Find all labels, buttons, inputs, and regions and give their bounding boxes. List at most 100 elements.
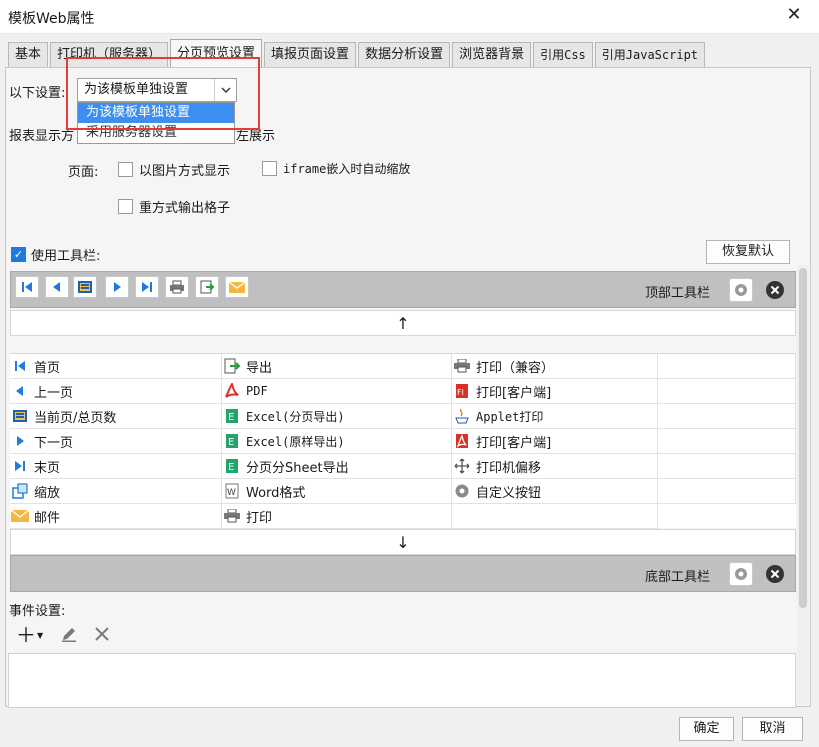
- svg-text:E: E: [228, 412, 234, 423]
- settings-select[interactable]: 为该模板单独设置: [77, 78, 237, 102]
- use-toolbar-option[interactable]: ✓ 使用工具栏:: [11, 245, 100, 264]
- item-first-page[interactable]: 首页: [10, 354, 222, 379]
- title-bar: 模板Web属性 ✕: [0, 0, 819, 34]
- empty-cell: [452, 504, 658, 529]
- scrollbar-thumb[interactable]: [799, 268, 807, 608]
- tab-data-analysis[interactable]: 数据分析设置: [358, 42, 451, 68]
- first-page-icon[interactable]: [15, 276, 39, 298]
- item-mail[interactable]: 邮件: [10, 504, 222, 529]
- tab-browser-background[interactable]: 浏览器背景: [452, 42, 532, 68]
- tab-page-preview[interactable]: 分页预览设置: [170, 39, 263, 68]
- up-arrow-icon[interactable]: ↑: [396, 314, 409, 333]
- top-toolbar-remove-close-icon[interactable]: [763, 278, 787, 302]
- item-word[interactable]: W Word格式: [222, 479, 452, 504]
- item-applet-print[interactable]: Applet打印: [452, 404, 658, 429]
- events-list[interactable]: [8, 653, 796, 708]
- plus-icon[interactable]: ＋: [16, 625, 36, 645]
- export-icon[interactable]: [195, 276, 219, 298]
- last-page-icon[interactable]: [135, 276, 159, 298]
- image-mode-checkbox[interactable]: [118, 162, 133, 177]
- item-label: 打印: [246, 510, 273, 526]
- pdf-print-icon: [452, 433, 472, 449]
- item-zoom[interactable]: 缩放: [10, 479, 222, 504]
- item-page-count[interactable]: 当前页/总页数: [10, 404, 222, 429]
- item-excel-paged[interactable]: E Excel(分页导出): [222, 404, 452, 429]
- dropdown-option-template[interactable]: 为该模板单独设置: [78, 103, 234, 123]
- dropdown-option-server[interactable]: 采用服务器设置: [78, 123, 234, 143]
- empty-cell: [658, 479, 796, 504]
- use-toolbar-checkbox[interactable]: ✓: [11, 247, 26, 262]
- mail-icon[interactable]: [225, 276, 249, 298]
- settings-dropdown: 为该模板单独设置 采用服务器设置: [77, 102, 235, 144]
- item-flash-print[interactable]: Fl 打印[客户端]: [452, 379, 658, 404]
- item-print[interactable]: 打印: [222, 504, 452, 529]
- item-last-page[interactable]: 末页: [10, 454, 222, 479]
- item-printer-offset[interactable]: 打印机偏移: [452, 454, 658, 479]
- item-pdf[interactable]: PDF: [222, 379, 452, 404]
- move-down-zone[interactable]: ↓: [10, 529, 796, 555]
- tab-basic[interactable]: 基本: [8, 42, 49, 68]
- tab-printer-server[interactable]: 打印机（服务器）: [50, 42, 169, 68]
- report-display-label: 报表显示方: [9, 129, 75, 144]
- chevron-down-icon[interactable]: ▼: [37, 631, 43, 640]
- svg-text:Fl: Fl: [457, 388, 464, 397]
- repeat-cells-checkbox[interactable]: [118, 199, 133, 214]
- next-page-icon[interactable]: [105, 276, 129, 298]
- item-label: 末页: [34, 460, 61, 476]
- edit-event-pencil-icon[interactable]: [60, 625, 78, 647]
- iframe-zoom-option[interactable]: iframe嵌入时自动缩放: [262, 160, 410, 177]
- down-arrow-icon[interactable]: ↓: [396, 533, 409, 552]
- page-count-icon[interactable]: [73, 276, 97, 298]
- item-export[interactable]: 导出: [222, 354, 452, 379]
- image-mode-option[interactable]: 以图片方式显示: [118, 160, 230, 179]
- iframe-zoom-label: iframe嵌入时自动缩放: [283, 162, 411, 176]
- settings-label: 以下设置:: [9, 86, 66, 101]
- iframe-zoom-checkbox[interactable]: [262, 161, 277, 176]
- item-prev-page[interactable]: 上一页: [10, 379, 222, 404]
- tab-javascript[interactable]: 引用JavaScript: [594, 42, 706, 68]
- top-toolbar-label: 顶部工具栏: [645, 286, 711, 301]
- item-excel-original[interactable]: E Excel(原样导出): [222, 429, 452, 454]
- ok-button[interactable]: 确定: [679, 717, 734, 741]
- item-label: 打印[客户端]: [476, 435, 552, 451]
- bottom-toolbar-remove-close-icon[interactable]: [763, 562, 787, 586]
- word-icon: W: [222, 483, 242, 499]
- tab-css[interactable]: 引用Css: [533, 42, 593, 68]
- last-page-icon: [10, 460, 30, 472]
- item-label: 打印机偏移: [476, 460, 542, 476]
- gear-icon: [452, 483, 472, 499]
- move-up-zone[interactable]: ↑: [10, 310, 796, 336]
- excel-icon: E: [222, 458, 242, 474]
- cancel-button[interactable]: 取消: [742, 717, 803, 741]
- window-title: 模板Web属性: [8, 11, 95, 27]
- item-label: 首页: [34, 360, 61, 376]
- bottom-toolbar-settings-gear-icon[interactable]: [729, 562, 753, 586]
- item-pdf-print[interactable]: 打印[客户端]: [452, 429, 658, 454]
- prev-page-icon[interactable]: [45, 276, 69, 298]
- delete-event-close-icon[interactable]: [93, 625, 111, 647]
- item-label: 自定义按钮: [476, 485, 542, 501]
- item-print-compatible[interactable]: 打印（兼容）: [452, 354, 658, 379]
- item-label: Applet打印: [476, 409, 544, 424]
- add-event-button[interactable]: ＋ ▼: [16, 625, 43, 645]
- events-label: 事件设置:: [9, 604, 66, 619]
- close-icon[interactable]: ✕: [783, 4, 805, 26]
- item-custom-button[interactable]: 自定义按钮: [452, 479, 658, 504]
- restore-default-button[interactable]: 恢复默认: [706, 240, 790, 264]
- item-label: 当前页/总页数: [34, 410, 117, 426]
- chevron-down-icon[interactable]: [214, 79, 236, 101]
- bottom-toolbar-label: 底部工具栏: [645, 570, 711, 585]
- tab-fill-page[interactable]: 填报页面设置: [264, 42, 357, 68]
- next-page-icon: [10, 435, 30, 447]
- settings-select-value: 为该模板单独设置: [84, 82, 189, 97]
- empty-cell: [658, 354, 796, 379]
- item-excel-sheet[interactable]: E 分页分Sheet导出: [222, 454, 452, 479]
- print-icon[interactable]: [165, 276, 189, 298]
- pdf-icon: [222, 383, 242, 399]
- item-label: 下一页: [34, 435, 74, 451]
- item-label: Word格式: [246, 485, 306, 501]
- svg-text:E: E: [228, 437, 234, 448]
- item-next-page[interactable]: 下一页: [10, 429, 222, 454]
- repeat-cells-option[interactable]: 重方式输出格子: [118, 197, 230, 216]
- top-toolbar-settings-gear-icon[interactable]: [729, 278, 753, 302]
